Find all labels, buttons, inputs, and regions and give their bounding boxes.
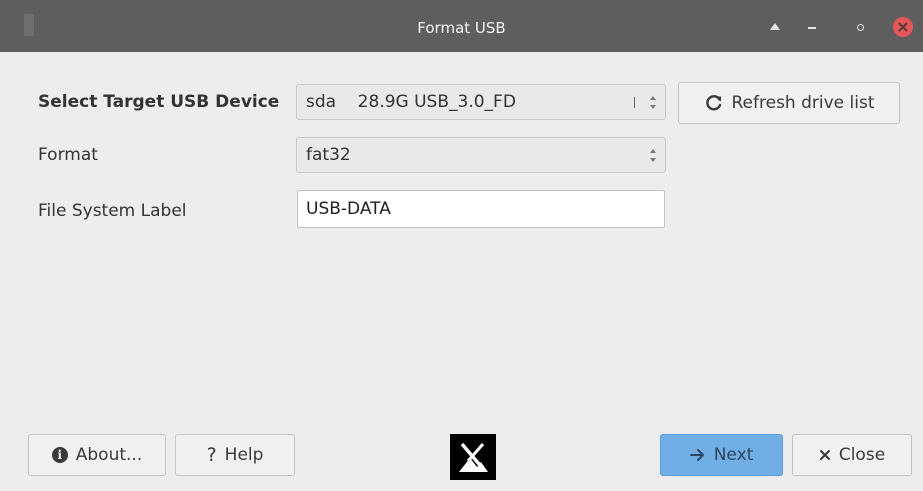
select-separator bbox=[634, 97, 635, 108]
close-window-icon bbox=[898, 22, 908, 32]
about-button[interactable]: i About... bbox=[28, 434, 166, 476]
format-usb-window: Format USB Select Target USB Device sda … bbox=[0, 0, 923, 491]
refresh-drive-list-button[interactable]: Refresh drive list bbox=[678, 82, 900, 124]
title-bar[interactable]: Format USB bbox=[0, 0, 923, 52]
help-button[interactable]: ? Help bbox=[175, 434, 295, 476]
format-spinner-icon bbox=[650, 148, 656, 164]
file-system-label-input[interactable] bbox=[297, 190, 665, 228]
about-button-label: About... bbox=[75, 445, 143, 465]
file-system-label-label: File System Label bbox=[38, 201, 187, 221]
target-device-label: Select Target USB Device bbox=[38, 92, 280, 112]
select-spinner-icon bbox=[650, 95, 656, 111]
target-device-value: sda 28.9G USB_3.0_FD bbox=[306, 92, 516, 112]
mx-logo-icon bbox=[450, 434, 496, 480]
help-icon: ? bbox=[206, 444, 217, 466]
next-button-label: Next bbox=[713, 445, 754, 465]
help-button-label: Help bbox=[224, 445, 264, 465]
close-button[interactable]: Close bbox=[792, 434, 912, 476]
window-title: Format USB bbox=[417, 19, 506, 37]
minimize-icon bbox=[808, 27, 816, 29]
refresh-icon bbox=[704, 93, 724, 113]
format-value: fat32 bbox=[306, 145, 351, 165]
maximize-icon bbox=[856, 23, 864, 31]
arrow-right-icon bbox=[689, 448, 706, 462]
close-button-label: Close bbox=[838, 445, 886, 465]
target-device-select[interactable]: sda 28.9G USB_3.0_FD bbox=[296, 84, 666, 120]
format-select[interactable]: fat32 bbox=[296, 137, 666, 173]
maximize-window-button[interactable] bbox=[852, 19, 868, 35]
refresh-button-label: Refresh drive list bbox=[731, 93, 875, 113]
next-button[interactable]: Next bbox=[660, 434, 783, 476]
close-window-button[interactable] bbox=[893, 17, 913, 37]
shade-icon bbox=[770, 22, 780, 30]
shade-window-button[interactable] bbox=[767, 19, 783, 35]
close-icon bbox=[819, 449, 831, 461]
minimize-window-button[interactable] bbox=[804, 19, 820, 35]
format-label: Format bbox=[38, 145, 98, 165]
info-icon: i bbox=[51, 447, 68, 463]
